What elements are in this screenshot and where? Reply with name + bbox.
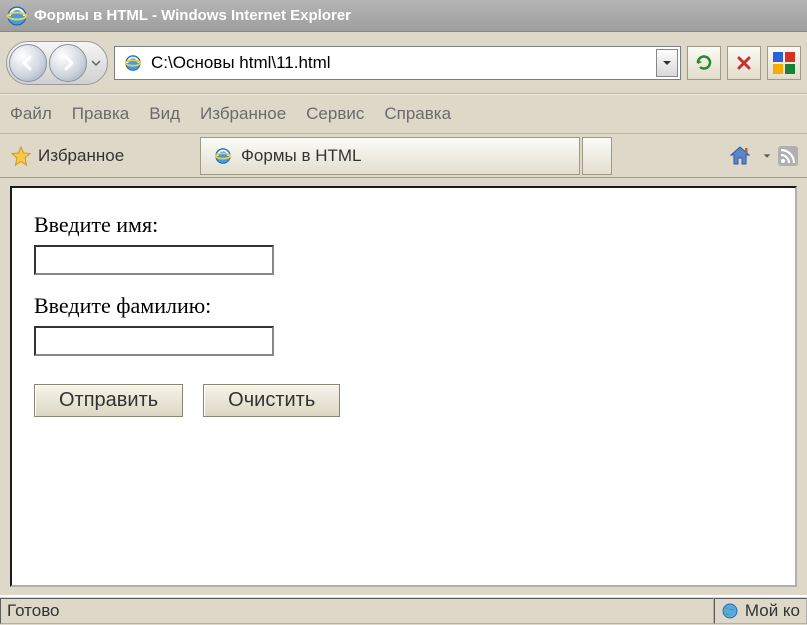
current-tab[interactable]: Формы в HTML [200, 137, 580, 175]
titlebar: Формы в HTML - Windows Internet Explorer [0, 0, 807, 32]
address-input[interactable] [149, 52, 656, 74]
window-title: Формы в HTML - Windows Internet Explorer [34, 7, 351, 24]
favorites-button[interactable]: Избранное [0, 145, 200, 167]
menu-view[interactable]: Вид [149, 104, 180, 124]
page-body: Введите имя: Введите фамилию: Отправить … [10, 186, 797, 587]
navigation-toolbar [0, 32, 807, 94]
feeds-icon[interactable] [777, 145, 799, 167]
page-icon [123, 53, 143, 73]
submit-button[interactable]: Отправить [34, 384, 183, 417]
globe-icon [721, 602, 739, 620]
menu-tools[interactable]: Сервис [306, 104, 364, 124]
menu-file[interactable]: Файл [10, 104, 52, 124]
home-button[interactable] [723, 142, 757, 170]
back-button[interactable] [9, 44, 47, 82]
status-zone: Мой ко [714, 598, 807, 624]
nav-button-group [6, 41, 108, 85]
menu-help[interactable]: Справка [384, 104, 451, 124]
name-input[interactable] [34, 245, 274, 275]
content-area: Введите имя: Введите фамилию: Отправить … [0, 178, 807, 595]
status-text: Готово [0, 598, 714, 624]
status-bar: Готово Мой ко [0, 595, 807, 625]
star-icon [10, 145, 32, 167]
new-tab-button[interactable] [582, 137, 612, 175]
menu-edit[interactable]: Правка [72, 104, 129, 124]
search-button[interactable] [767, 46, 801, 80]
surname-input[interactable] [34, 326, 274, 356]
name-label: Введите имя: [34, 212, 773, 238]
forward-button[interactable] [49, 44, 87, 82]
nav-history-dropdown[interactable] [87, 58, 105, 68]
browser-window: Формы в HTML - Windows Internet Explorer [0, 0, 807, 625]
address-dropdown-button[interactable] [656, 49, 678, 77]
menu-favorites[interactable]: Избранное [200, 104, 286, 124]
tab-icon [213, 146, 233, 166]
tab-title: Формы в HTML [241, 146, 362, 166]
address-bar [114, 46, 681, 80]
reset-button[interactable]: Очистить [203, 384, 340, 417]
ie-icon [6, 5, 28, 27]
surname-label: Введите фамилию: [34, 293, 773, 319]
favorites-bar: Избранное Формы в HTML [0, 134, 807, 178]
zone-label: Мой ко [745, 601, 800, 621]
refresh-button[interactable] [687, 46, 721, 80]
stop-button[interactable] [727, 46, 761, 80]
home-dropdown-icon[interactable] [763, 152, 771, 160]
menu-bar: Файл Правка Вид Избранное Сервис Справка [0, 94, 807, 134]
favorites-label: Избранное [38, 146, 124, 166]
